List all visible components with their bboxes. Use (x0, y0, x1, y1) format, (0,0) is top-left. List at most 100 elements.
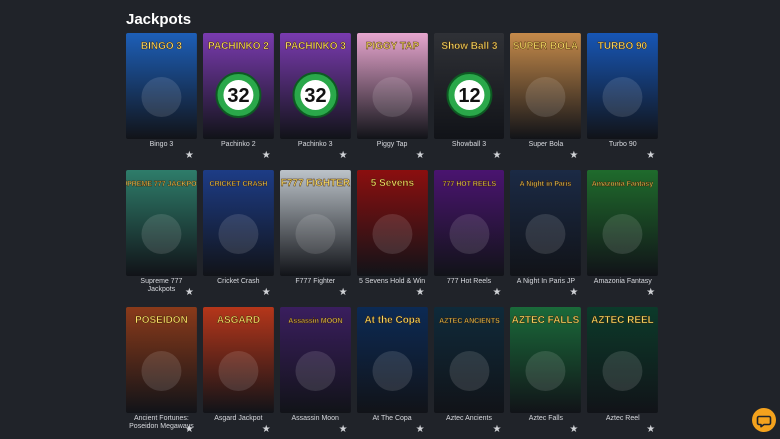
game-art: SUPER BOLA (510, 33, 582, 139)
game-thumbnail[interactable]: AZTEC FALLS (510, 307, 582, 413)
game-tile[interactable]: AZTEC FALLS Aztec Falls ★ (510, 307, 582, 439)
star-icon[interactable]: ★ (569, 151, 579, 161)
game-tile[interactable]: 32 PACHINKO 3 Pachinko 3 ★ (279, 33, 351, 170)
game-tile[interactable]: TURBO 90 Turbo 90 ★ (587, 33, 659, 170)
star-icon[interactable]: ★ (569, 425, 579, 435)
star-icon[interactable]: ★ (339, 151, 349, 161)
game-art-title: F777 FIGHTER (281, 178, 350, 189)
star-icon[interactable]: ★ (262, 151, 272, 161)
game-art: AZTEC FALLS (510, 307, 582, 413)
game-thumbnail[interactable]: SUPREME 777 JACKPOTS (126, 170, 197, 276)
star-icon[interactable]: ★ (646, 151, 656, 161)
game-tile[interactable]: ASGARD Asgard Jackpot ★ (202, 307, 274, 439)
game-name[interactable]: Turbo 90 (587, 141, 658, 149)
star-icon[interactable]: ★ (262, 425, 272, 435)
star-icon[interactable]: ★ (416, 425, 426, 435)
game-thumbnail[interactable]: Assassin MOON (279, 307, 351, 413)
star-icon[interactable]: ★ (416, 151, 426, 161)
star-icon[interactable]: ★ (262, 288, 272, 298)
game-name[interactable]: Showball 3 (434, 141, 505, 149)
star-icon[interactable]: ★ (339, 425, 349, 435)
game-art: AZTEC ANCIENTS (433, 307, 505, 413)
game-tile[interactable]: POSEIDON Ancient Fortunes: Poseidon Megaw… (126, 307, 197, 439)
game-name[interactable]: Pachinko 2 (203, 141, 274, 149)
game-tile[interactable]: SUPER BOLA Super Bola ★ (510, 33, 582, 170)
game-tile[interactable]: Assassin MOON Assassin Moon ★ (279, 307, 351, 439)
game-tile[interactable]: 777 HOT REELS 777 Hot Reels ★ (433, 170, 505, 307)
game-tile[interactable]: SUPREME 777 JACKPOTSSupreme 777 Jackpots… (126, 170, 197, 307)
game-name[interactable]: F777 Fighter (280, 278, 351, 286)
game-name[interactable]: Aztec Falls (510, 415, 581, 423)
game-thumbnail[interactable]: POSEIDON (126, 307, 197, 413)
game-thumbnail[interactable]: 32 PACHINKO 2 (202, 33, 274, 139)
game-name[interactable]: 777 Hot Reels (434, 278, 505, 286)
game-thumbnail[interactable]: AZTEC ANCIENTS (433, 307, 505, 413)
star-icon[interactable]: ★ (569, 288, 579, 298)
game-art-title: A Night in Paris (520, 181, 572, 188)
game-thumbnail[interactable]: 32 PACHINKO 3 (279, 33, 351, 139)
game-name[interactable]: Cricket Crash (203, 278, 274, 286)
svg-text:32: 32 (227, 85, 249, 107)
game-art-title: PACHINKO 3 (285, 41, 346, 52)
game-art: SUPREME 777 JACKPOTS (126, 170, 197, 276)
game-name[interactable]: Super Bola (510, 141, 581, 149)
game-art-title: BINGO 3 (141, 41, 182, 52)
game-tile[interactable]: At the Copa At The Copa ★ (356, 307, 428, 439)
game-thumbnail[interactable]: CRICKET CRASH (202, 170, 274, 276)
star-icon[interactable]: ★ (492, 151, 502, 161)
game-thumbnail[interactable]: SUPER BOLA (510, 33, 582, 139)
game-name[interactable]: Amazonia Fantasy (587, 278, 658, 286)
game-tile[interactable]: AZTEC REEL Aztec Reel ★ (587, 307, 659, 439)
game-thumbnail[interactable]: 777 HOT REELS (433, 170, 505, 276)
game-art-title: Show Ball 3 (441, 41, 497, 52)
star-icon[interactable]: ★ (185, 288, 195, 298)
star-icon[interactable]: ★ (492, 288, 502, 298)
game-name[interactable]: Aztec Reel (587, 415, 658, 423)
game-name[interactable]: Aztec Ancients (434, 415, 505, 423)
game-name[interactable]: At The Copa (357, 415, 428, 423)
game-name[interactable]: 5 Sevens Hold & Win (357, 278, 428, 286)
star-icon[interactable]: ★ (185, 151, 195, 161)
game-tile[interactable]: PIGGY TAP Piggy Tap ★ (356, 33, 428, 170)
game-tile[interactable]: A Night in Paris A Night In Paris JP ★ (510, 170, 582, 307)
game-thumbnail[interactable]: PIGGY TAP (356, 33, 428, 139)
game-art-title: PACHINKO 2 (208, 41, 269, 52)
game-tile[interactable]: 32 PACHINKO 2 Pachinko 2 ★ (202, 33, 274, 170)
star-icon[interactable]: ★ (339, 288, 349, 298)
game-tile[interactable]: BINGO 3 Bingo 3 ★ (126, 33, 197, 170)
game-thumbnail[interactable]: Amazonia Fantasy (587, 170, 659, 276)
game-thumbnail[interactable]: TURBO 90 (587, 33, 659, 139)
star-icon[interactable]: ★ (646, 288, 656, 298)
game-thumbnail[interactable]: AZTEC REEL (587, 307, 659, 413)
game-thumbnail[interactable]: BINGO 3 (126, 33, 197, 139)
game-art: F777 FIGHTER (279, 170, 351, 276)
game-thumbnail[interactable]: ASGARD (202, 307, 274, 413)
star-icon[interactable]: ★ (185, 425, 195, 435)
game-name[interactable]: Assassin Moon (280, 415, 351, 423)
game-tile[interactable]: AZTEC ANCIENTS Aztec Ancients ★ (433, 307, 505, 439)
game-thumbnail[interactable]: A Night in Paris (510, 170, 582, 276)
game-name[interactable]: Piggy Tap (357, 141, 428, 149)
game-art-title: CRICKET CRASH (209, 181, 267, 188)
chat-button[interactable] (752, 408, 776, 432)
star-icon[interactable]: ★ (492, 425, 502, 435)
game-thumbnail[interactable]: At the Copa (356, 307, 428, 413)
star-icon[interactable]: ★ (416, 288, 426, 298)
svg-text:12: 12 (458, 85, 480, 107)
game-tile[interactable]: CRICKET CRASH Cricket Crash ★ (202, 170, 274, 307)
game-thumbnail[interactable]: 5 Sevens (356, 170, 428, 276)
game-thumbnail[interactable]: 12 Show Ball 3 (433, 33, 505, 139)
game-tile[interactable]: 5 Sevens 5 Sevens Hold & Win ★ (356, 170, 428, 307)
game-name[interactable]: Bingo 3 (126, 141, 197, 149)
game-thumbnail[interactable]: F777 FIGHTER (279, 170, 351, 276)
game-tile[interactable]: 12 Show Ball 3 Showball 3 ★ (433, 33, 505, 170)
game-tile[interactable]: F777 FIGHTER F777 Fighter ★ (279, 170, 351, 307)
star-icon[interactable]: ★ (646, 425, 656, 435)
game-art: At the Copa (356, 307, 428, 413)
game-name[interactable]: Asgard Jackpot (203, 415, 274, 423)
game-art-title: AZTEC FALLS (512, 315, 580, 326)
game-name[interactable]: Pachinko 3 (280, 141, 351, 149)
game-name[interactable]: A Night In Paris JP (510, 278, 581, 286)
game-tile[interactable]: Amazonia Fantasy Amazonia Fantasy ★ (587, 170, 659, 307)
game-art-title: Amazonia Fantasy (592, 181, 653, 188)
